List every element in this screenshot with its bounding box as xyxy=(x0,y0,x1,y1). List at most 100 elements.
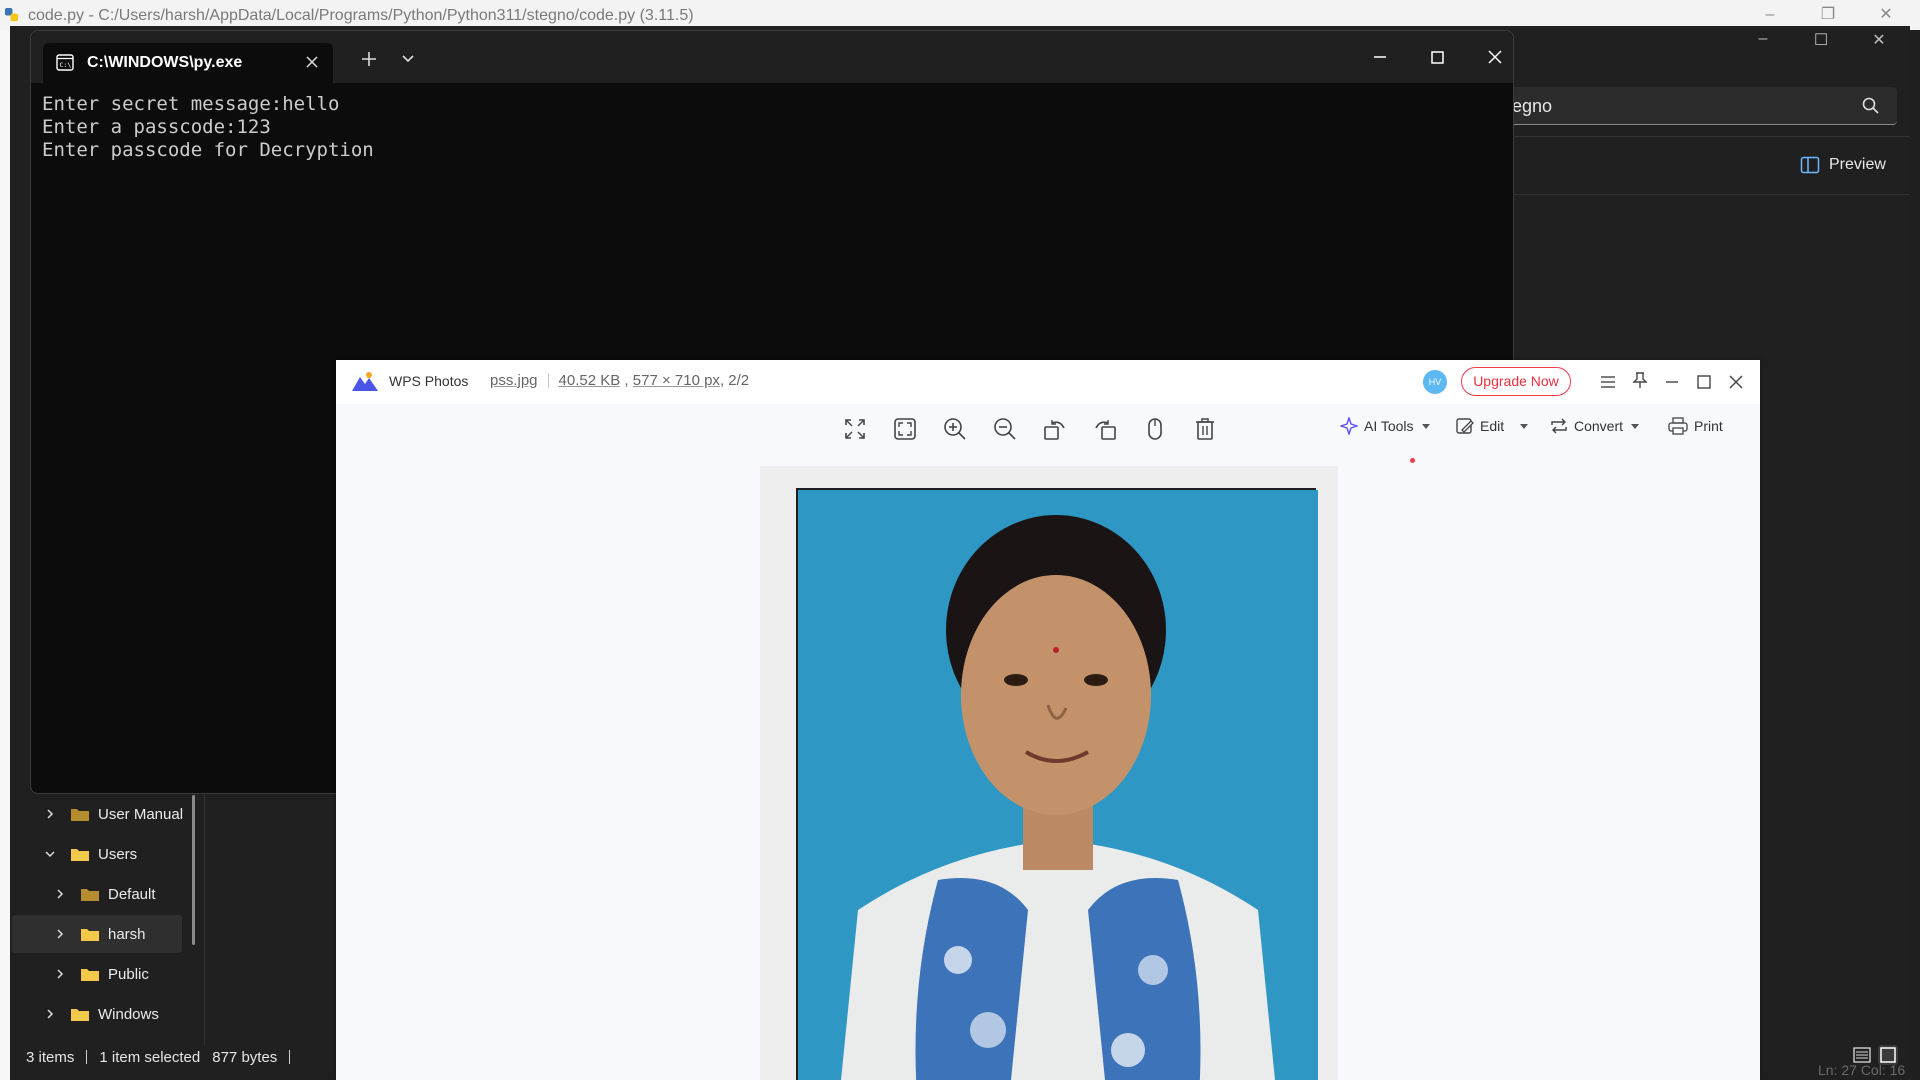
chevron-right-icon[interactable] xyxy=(44,1008,56,1020)
file-name[interactable]: pss.jpg xyxy=(490,372,538,389)
delete-icon[interactable] xyxy=(1192,416,1218,442)
caret-down-icon xyxy=(1421,423,1430,429)
tree-scrollbar[interactable] xyxy=(192,795,195,945)
tree-item-label: Default xyxy=(108,885,156,903)
tree-item-label: Windows xyxy=(98,1005,159,1023)
chevron-right-icon[interactable] xyxy=(54,928,66,940)
folder-icon xyxy=(81,889,99,901)
convert-button[interactable]: Convert xyxy=(1550,417,1640,435)
idle-editor-strip xyxy=(0,30,10,1080)
pin-icon[interactable] xyxy=(1630,370,1650,390)
ai-tools-label: AI Tools xyxy=(1364,418,1414,434)
tree-item-user-manual[interactable]: User Manual xyxy=(44,795,216,833)
terminal-line: Enter a passcode:123 xyxy=(42,116,271,138)
status-divider xyxy=(86,1050,88,1064)
terminal-tab[interactable]: C:\ C:\WINDOWS\py.exe xyxy=(43,43,333,83)
caret-down-icon xyxy=(1520,423,1529,429)
preview-pane-icon xyxy=(1800,156,1820,174)
zoom-out-icon[interactable] xyxy=(992,416,1018,442)
preview-pane-button[interactable]: Preview xyxy=(1800,156,1886,174)
edit-button[interactable]: Edit xyxy=(1456,417,1529,435)
rotate-right-icon[interactable] xyxy=(1092,416,1118,442)
upgrade-now-button[interactable]: Upgrade Now xyxy=(1461,367,1571,396)
close-icon[interactable] xyxy=(1483,45,1507,69)
portrait-illustration xyxy=(798,490,1318,1080)
minimize-icon[interactable] xyxy=(1368,45,1392,69)
menu-icon[interactable] xyxy=(1598,372,1618,392)
explorer-divider xyxy=(1490,136,1910,137)
chevron-down-icon[interactable] xyxy=(401,54,415,64)
user-avatar[interactable]: HV xyxy=(1423,370,1447,394)
mouse-icon[interactable] xyxy=(1142,416,1168,442)
fullscreen-icon[interactable] xyxy=(842,416,868,442)
close-icon[interactable] xyxy=(305,55,319,69)
info-separator: , xyxy=(719,372,729,389)
explorer-minimize-button[interactable]: – xyxy=(1735,30,1791,58)
explorer-maximize-button[interactable]: ☐ xyxy=(1793,30,1849,58)
idle-window-title: code.py - C:/Users/harsh/AppData/Local/P… xyxy=(28,7,694,24)
convert-label: Convert xyxy=(1574,418,1624,434)
fit-to-window-icon[interactable] xyxy=(892,416,918,442)
search-icon[interactable] xyxy=(1861,96,1881,116)
minimize-icon[interactable] xyxy=(1662,372,1682,392)
edit-image-icon xyxy=(1456,418,1474,434)
maximize-icon[interactable] xyxy=(1425,45,1449,69)
explorer-close-button[interactable]: ✕ xyxy=(1851,30,1907,58)
maximize-icon[interactable] xyxy=(1694,372,1714,392)
explorer-search-input[interactable]: egno xyxy=(1490,87,1897,125)
tree-item-label: harsh xyxy=(108,925,146,943)
tree-separator xyxy=(204,795,205,1045)
preview-label: Preview xyxy=(1829,156,1886,173)
notification-dot xyxy=(1410,458,1415,463)
file-size: 40.52 KB xyxy=(558,372,621,389)
explorer-status-bar: 3 items 1 item selected 877 bytes xyxy=(10,1044,291,1070)
chevron-down-icon[interactable] xyxy=(44,848,56,860)
zoom-in-icon[interactable] xyxy=(942,416,968,442)
ai-tools-button[interactable]: AI Tools xyxy=(1340,417,1430,435)
print-label: Print xyxy=(1694,418,1723,434)
folder-icon xyxy=(71,809,89,821)
close-icon[interactable] xyxy=(1726,372,1746,392)
status-size: 877 bytes xyxy=(212,1048,278,1066)
chevron-right-icon[interactable] xyxy=(54,968,66,980)
idle-minimize-button[interactable]: – xyxy=(1742,2,1798,28)
folder-icon xyxy=(71,849,89,861)
navigation-tree: User Manual Users Default harsh Public W… xyxy=(10,795,200,1045)
terminal-line: Enter passcode for Decryption xyxy=(42,139,374,161)
search-value: egno xyxy=(1512,96,1553,116)
chevron-right-icon[interactable] xyxy=(54,888,66,900)
sparkle-icon xyxy=(1340,417,1358,435)
edit-label: Edit xyxy=(1480,418,1505,434)
chevron-right-icon[interactable] xyxy=(44,808,56,820)
wps-photos-window: WPS Photos pss.jpg 40.52 KB , 577 × 710 … xyxy=(336,360,1760,1080)
idle-restore-button[interactable]: ❐ xyxy=(1800,2,1856,28)
tree-item-label: Users xyxy=(98,845,138,863)
terminal-tab-title: C:\WINDOWS\py.exe xyxy=(87,54,243,71)
console-icon: C:\ xyxy=(56,54,74,71)
status-divider xyxy=(289,1050,291,1064)
image-dimensions: 577 × 710 px xyxy=(632,372,720,389)
folder-icon xyxy=(81,929,99,941)
status-item-count: 3 items xyxy=(26,1048,75,1066)
info-separator: , xyxy=(620,372,633,389)
wps-title-bar: WPS Photos pss.jpg 40.52 KB , 577 × 710 … xyxy=(336,360,1760,404)
tree-item-label: Public xyxy=(108,965,149,983)
tree-item-public[interactable]: Public xyxy=(54,955,226,993)
convert-icon xyxy=(1551,418,1567,434)
wps-photos-logo-icon xyxy=(352,372,378,391)
python-icon xyxy=(4,7,19,22)
tree-item-windows[interactable]: Windows xyxy=(44,995,216,1033)
image-index: 2/2 xyxy=(728,372,750,389)
tree-item-harsh[interactable]: harsh xyxy=(12,915,182,953)
idle-close-button[interactable]: ✕ xyxy=(1858,2,1914,28)
new-tab-icon[interactable] xyxy=(361,51,377,67)
print-button[interactable]: Print xyxy=(1668,417,1723,435)
photo-image[interactable] xyxy=(760,466,1338,1080)
folder-icon xyxy=(71,1009,89,1021)
status-selected: 1 item selected xyxy=(99,1048,201,1066)
tree-item-default[interactable]: Default xyxy=(54,875,226,913)
rotate-left-icon[interactable] xyxy=(1042,416,1068,442)
editor-position-text: Ln: 27 Col: 16 xyxy=(1818,1062,1906,1078)
terminal-output[interactable]: Enter secret message:hello Enter a passc… xyxy=(42,93,374,162)
tree-item-users[interactable]: Users xyxy=(44,835,216,873)
